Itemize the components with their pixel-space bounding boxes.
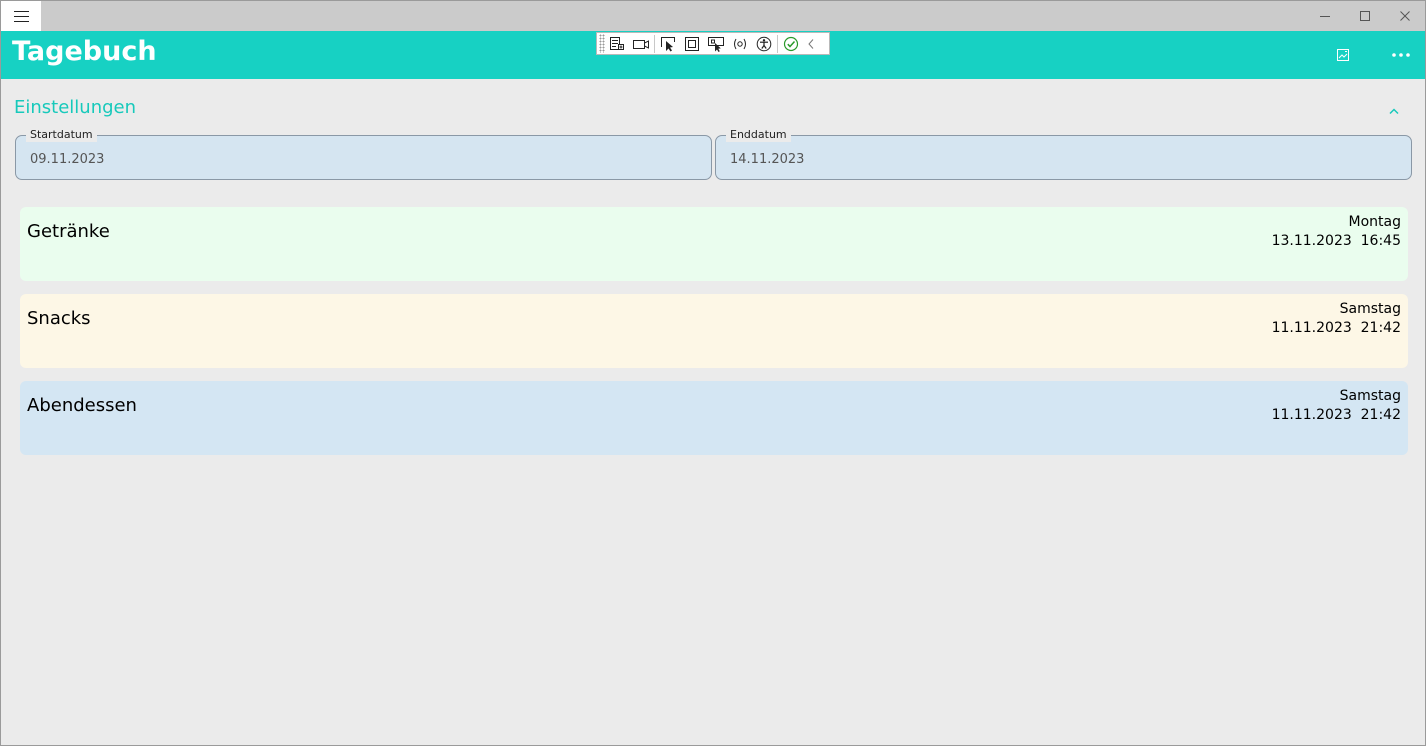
accessibility-icon — [756, 36, 772, 51]
settings-collapse-button[interactable] — [1383, 101, 1405, 121]
minimize-button[interactable] — [1305, 1, 1345, 31]
list-item-getraenke[interactable]: Getränke Montag 13.11.2023 16:45 — [20, 207, 1408, 281]
display-layout-adorners-button[interactable] — [680, 33, 704, 54]
check-circle-icon — [783, 36, 799, 51]
select-element-icon — [661, 36, 675, 51]
more-options-icon — [1392, 53, 1410, 57]
minimize-icon — [1320, 16, 1330, 17]
live-visual-tree-button[interactable] — [605, 33, 629, 54]
close-window-button[interactable] — [1385, 1, 1425, 31]
collapse-toolbar-button[interactable] — [803, 33, 819, 54]
chevron-left-icon — [808, 38, 814, 49]
entry-day: Samstag — [1339, 301, 1401, 317]
start-date-label: Startdatum — [26, 128, 97, 142]
hamburger-menu-icon-line — [14, 16, 29, 17]
entry-day: Montag — [1348, 214, 1401, 230]
end-date-value: 14.11.2023 — [730, 152, 805, 167]
entry-title: Getränke — [27, 221, 110, 242]
app-window: Tagebuch Einstellungen Startdatum 09.11.… — [0, 0, 1426, 746]
track-focused-element-button[interactable] — [704, 33, 728, 54]
close-icon — [1400, 11, 1410, 21]
maximize-icon — [1360, 11, 1370, 21]
record-video-button[interactable] — [629, 33, 653, 54]
export-image-icon — [1337, 49, 1349, 61]
hamburger-menu-icon-line — [14, 21, 29, 22]
hot-reload-status-button[interactable] — [779, 33, 803, 54]
accessibility-checker-button[interactable] — [752, 33, 776, 54]
list-item-snacks[interactable]: Snacks Samstag 11.11.2023 21:42 — [20, 294, 1408, 368]
chevron-up-icon — [1389, 108, 1399, 115]
video-camera-icon — [633, 39, 649, 49]
more-options-button[interactable] — [1381, 35, 1421, 75]
toolbar-separator — [654, 34, 655, 53]
start-date-value: 09.11.2023 — [30, 152, 105, 167]
visual-tree-icon — [610, 36, 624, 50]
settings-header[interactable]: Einstellungen — [14, 97, 136, 118]
entry-datetime: 13.11.2023 16:45 — [1271, 233, 1401, 249]
entry-day: Samstag — [1339, 388, 1401, 404]
entry-datetime: 11.11.2023 21:42 — [1271, 320, 1401, 336]
entry-title: Snacks — [27, 308, 91, 329]
maximize-button[interactable] — [1345, 1, 1385, 31]
select-element-button[interactable] — [656, 33, 680, 54]
page-title: Tagebuch — [12, 36, 157, 67]
toolbar-separator — [777, 34, 778, 53]
entry-title: Abendessen — [27, 395, 137, 416]
title-bar — [1, 1, 1425, 31]
hamburger-menu-button[interactable] — [1, 1, 41, 31]
end-date-label: Enddatum — [726, 128, 791, 142]
list-item-abendessen[interactable]: Abendessen Samstag 11.11.2023 21:42 — [20, 381, 1408, 455]
binding-icon — [734, 38, 746, 49]
debug-toolbar — [596, 32, 830, 55]
export-button[interactable] — [1323, 35, 1363, 75]
end-date-field[interactable]: Enddatum 14.11.2023 — [715, 128, 1412, 180]
hamburger-menu-icon — [14, 11, 29, 12]
track-focus-icon — [708, 36, 724, 52]
binding-failures-button[interactable] — [728, 33, 752, 54]
entry-datetime: 11.11.2023 21:42 — [1271, 407, 1401, 423]
layout-adorner-icon — [685, 36, 699, 51]
start-date-field[interactable]: Startdatum 09.11.2023 — [15, 128, 712, 180]
